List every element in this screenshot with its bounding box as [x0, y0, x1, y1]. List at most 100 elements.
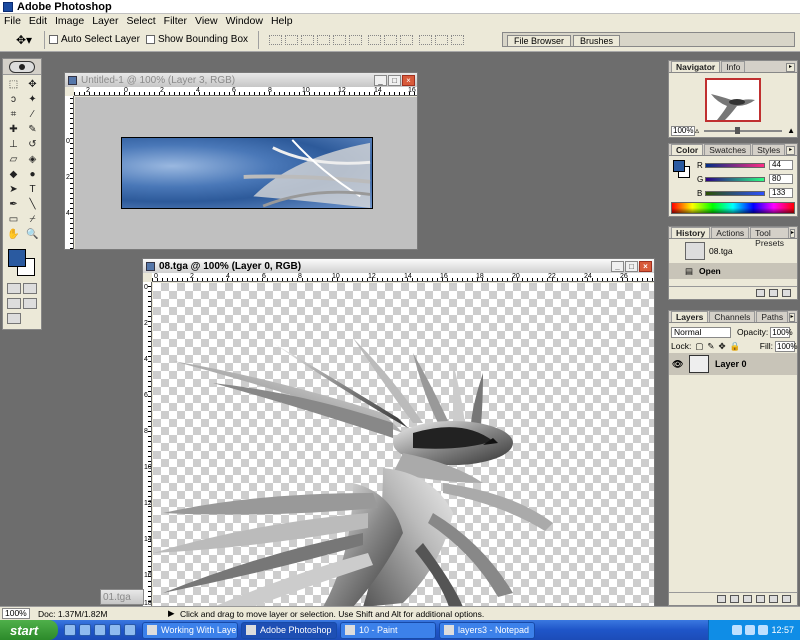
close-icon[interactable]: × — [402, 74, 415, 86]
tab-styles[interactable]: Styles — [752, 144, 786, 155]
panel-menu-arrow-icon[interactable]: ▸ — [786, 63, 795, 72]
show-bounding-box-checkbox[interactable]: Show Bounding Box — [145, 34, 248, 45]
delete-layer-icon[interactable] — [782, 595, 791, 603]
quick-launch-icon-4[interactable] — [109, 624, 121, 636]
task-notepad[interactable]: layers3 - Notepad — [439, 621, 535, 639]
auto-select-checkbox-box[interactable] — [49, 35, 58, 44]
tab-swatches[interactable]: Swatches — [704, 144, 752, 155]
lock-all-icon[interactable]: 🔒 — [730, 341, 741, 352]
distribute-vcenter-icon[interactable] — [384, 34, 398, 45]
menu-view[interactable]: View — [191, 15, 222, 27]
tab-tool-presets[interactable]: Tool Presets — [750, 227, 789, 248]
quick-launch-icon-5[interactable] — [124, 624, 136, 636]
eraser-tool-icon[interactable]: ▱ — [5, 152, 22, 166]
start-button[interactable]: start — [0, 620, 58, 640]
quick-launch-icon-1[interactable] — [64, 624, 76, 636]
screen-mode-full-menu-icon[interactable] — [23, 298, 37, 309]
doc2-titlebar[interactable]: 08.tga @ 100% (Layer 0, RGB) _ □ × — [143, 259, 654, 273]
tray-icon[interactable] — [732, 625, 743, 635]
marquee-tool-icon[interactable]: ⬚ — [5, 77, 22, 91]
paint-bucket-tool-icon[interactable]: ◈ — [24, 152, 41, 166]
minimize-icon[interactable]: _ — [611, 260, 624, 272]
status-play-arrow-icon[interactable]: ▶ — [168, 608, 176, 619]
tab-paths[interactable]: Paths — [756, 311, 789, 322]
notes-tool-icon[interactable]: ▭ — [5, 212, 22, 226]
eyedropper-tool-icon[interactable]: ⌿ — [24, 212, 41, 226]
layer-visibility-eye-icon[interactable]: 👁 — [672, 359, 683, 370]
zoom-tool-icon[interactable]: 🔍 — [24, 227, 41, 241]
file-browser-tab[interactable]: File Browser — [507, 35, 572, 46]
lasso-tool-icon[interactable]: ↄ — [5, 92, 22, 106]
align-vcenter-icon[interactable] — [285, 34, 299, 45]
lock-transparency-icon[interactable]: ▢ — [695, 341, 703, 352]
quick-launch-icon-2[interactable] — [79, 624, 91, 636]
r-value-field[interactable]: 44 — [769, 160, 793, 170]
tab-history[interactable]: History — [671, 227, 711, 238]
tab-navigator[interactable]: Navigator — [671, 61, 721, 72]
align-hcenter-icon[interactable] — [333, 34, 347, 45]
panel-menu-arrow-icon[interactable]: ▸ — [789, 229, 795, 238]
document-window-untitled-1[interactable]: Untitled-1 @ 100% (Layer 3, RGB) _ □ × 2… — [64, 72, 418, 250]
close-icon[interactable]: × — [639, 260, 652, 272]
new-adjustment-layer-icon[interactable] — [756, 595, 765, 603]
add-layer-style-icon[interactable] — [717, 595, 726, 603]
distribute-top-icon[interactable] — [368, 34, 382, 45]
menu-file[interactable]: File — [0, 15, 25, 27]
menu-window[interactable]: Window — [222, 15, 267, 27]
color-spectrum-bar[interactable] — [671, 202, 795, 214]
distribute-right-icon[interactable] — [451, 34, 465, 45]
doc1-titlebar[interactable]: Untitled-1 @ 100% (Layer 3, RGB) _ □ × — [65, 73, 417, 87]
zoom-in-icon[interactable]: ▲ — [787, 126, 795, 135]
zoom-out-icon[interactable]: ▵ — [695, 126, 699, 135]
tab-color[interactable]: Color — [671, 144, 704, 155]
add-mask-icon[interactable] — [730, 595, 739, 603]
align-bottom-icon[interactable] — [301, 34, 315, 45]
hand-tool-icon[interactable]: ✋ — [5, 227, 22, 241]
blend-mode-select[interactable]: Normal — [671, 326, 731, 338]
minimize-icon[interactable]: _ — [374, 74, 387, 86]
maximize-icon[interactable]: □ — [625, 260, 638, 272]
doc1-pasteboard[interactable] — [75, 97, 417, 249]
align-left-icon[interactable] — [317, 34, 331, 45]
menu-filter[interactable]: Filter — [160, 15, 191, 27]
menu-select[interactable]: Select — [122, 15, 159, 27]
new-document-from-state-icon[interactable] — [756, 289, 765, 297]
path-selection-tool-icon[interactable]: ➤ — [5, 182, 22, 196]
align-top-icon[interactable] — [269, 34, 283, 45]
opacity-field[interactable]: 100% — [770, 326, 793, 338]
task-paint[interactable]: 10 - Paint — [340, 621, 436, 639]
history-brush-tool-icon[interactable]: ↺ — [24, 137, 41, 151]
history-state-row[interactable]: ▤ Open — [669, 263, 797, 279]
r-slider[interactable] — [705, 162, 765, 168]
healing-brush-tool-icon[interactable]: ✚ — [5, 122, 22, 136]
status-zoom-field[interactable]: 100% — [2, 608, 30, 619]
navigator-thumbnail[interactable] — [705, 78, 761, 122]
document-window-08-tga[interactable]: 08.tga @ 100% (Layer 0, RGB) _ □ × 0 2 4… — [142, 258, 655, 608]
new-layer-icon[interactable] — [769, 595, 778, 603]
distribute-bottom-icon[interactable] — [400, 34, 414, 45]
task-adobe-photoshop[interactable]: Adobe Photoshop — [241, 621, 337, 639]
standard-mode-icon[interactable] — [7, 283, 21, 294]
g-value-field[interactable]: 80 — [769, 174, 793, 184]
brushes-tab[interactable]: Brushes — [573, 35, 621, 46]
color-panel-foreground[interactable] — [673, 160, 685, 172]
menu-image[interactable]: Image — [51, 15, 88, 27]
tray-icon[interactable] — [758, 625, 769, 635]
panel-menu-arrow-icon[interactable]: ▸ — [789, 313, 795, 322]
tab-channels[interactable]: Channels — [709, 311, 756, 322]
tray-icon[interactable] — [745, 625, 756, 635]
lock-image-icon[interactable]: ✎ — [707, 341, 714, 352]
panel-menu-arrow-icon[interactable]: ▸ — [786, 146, 795, 155]
menu-edit[interactable]: Edit — [25, 15, 51, 27]
maximize-icon[interactable]: □ — [388, 74, 401, 86]
magic-wand-tool-icon[interactable]: ✦ — [24, 92, 41, 106]
bounding-box-checkbox-box[interactable] — [145, 35, 155, 44]
doc2-transparent-canvas[interactable] — [153, 283, 654, 607]
foreground-color-swatch[interactable] — [8, 249, 26, 267]
clone-stamp-tool-icon[interactable]: ⊥ — [5, 137, 22, 151]
auto-select-layer-checkbox[interactable]: Auto Select Layer — [49, 34, 140, 45]
navigator-zoom-slider[interactable] — [704, 126, 783, 134]
type-tool-icon[interactable]: T — [24, 182, 41, 196]
tab-actions[interactable]: Actions — [711, 227, 750, 238]
fill-field[interactable]: 100% — [775, 340, 797, 352]
